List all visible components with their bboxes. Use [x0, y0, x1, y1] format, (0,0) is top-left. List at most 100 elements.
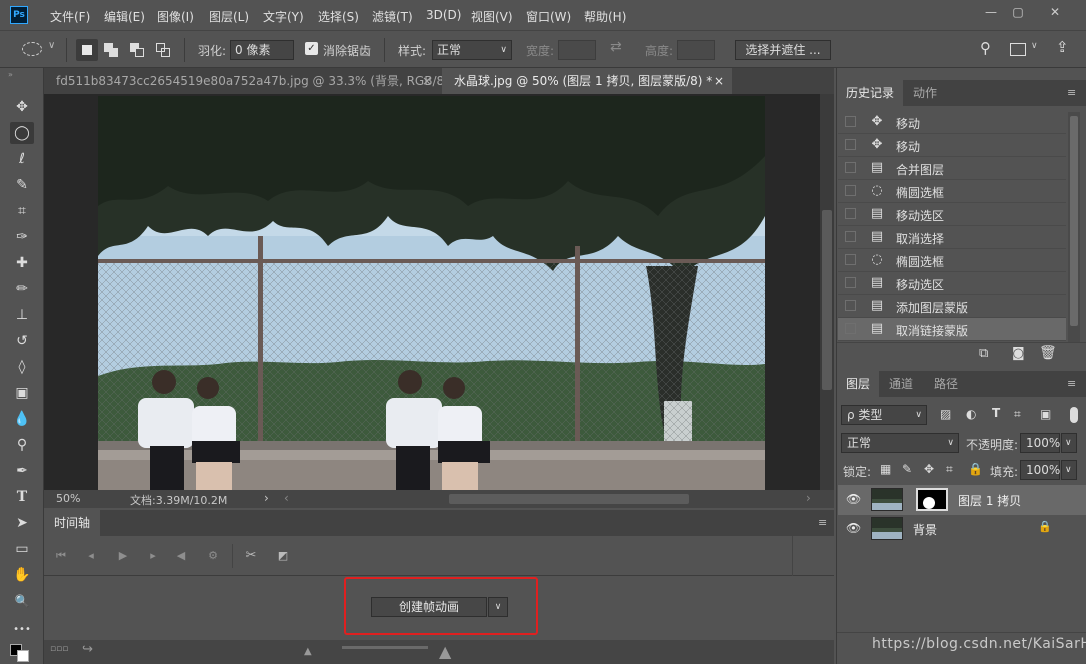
visibility-eye-icon[interactable]: 👁	[846, 492, 861, 506]
history-item[interactable]: ▤ 移动选区	[838, 203, 1066, 226]
restore-icon[interactable]: ▢	[1003, 4, 1033, 20]
menu-view[interactable]: 视图(V)	[471, 8, 513, 25]
lasso-tool[interactable]: ℓ	[10, 148, 34, 170]
new-document-from-state-icon[interactable]: ⧉	[979, 346, 988, 361]
timeline-zoom-slider[interactable]	[342, 646, 428, 649]
chevron-down-icon[interactable]: ∨	[1031, 41, 1038, 51]
chevron-down-icon[interactable]: ∨	[48, 40, 55, 51]
history-scrollbar-thumb[interactable]	[1070, 116, 1078, 326]
swap-dimensions-icon[interactable]: ⇄	[610, 39, 622, 55]
lock-artboard-icon[interactable]: ⌗	[946, 462, 953, 477]
tab-timeline[interactable]: 时间轴	[44, 510, 100, 536]
layer-name[interactable]: 图层 1 拷贝	[958, 492, 1021, 509]
history-item[interactable]: ▤ 合并图层	[838, 157, 1066, 180]
history-snapshot-checkbox[interactable]	[845, 139, 856, 150]
search-icon[interactable]: ⚲	[980, 39, 991, 57]
opacity-input[interactable]: 100%	[1020, 433, 1060, 453]
first-frame-icon[interactable]: ⏮	[52, 548, 70, 564]
scissors-icon[interactable]: ✂	[242, 548, 260, 564]
tab-document-2[interactable]: 水晶球.jpg @ 50% (图层 1 拷贝, 图层蒙版/8) * ×	[442, 68, 732, 94]
path-select-tool[interactable]: ➤	[10, 512, 34, 534]
menu-help[interactable]: 帮助(H)	[584, 8, 626, 25]
history-snapshot-checkbox[interactable]	[845, 208, 856, 219]
tab-channels[interactable]: 通道	[880, 371, 922, 397]
eyedropper-tool[interactable]: ✑	[10, 226, 34, 248]
history-item[interactable]: ◌ 椭圆选框	[838, 249, 1066, 272]
lock-pixels-icon[interactable]: ✎	[902, 462, 912, 476]
fill-dropdown[interactable]: ∨	[1061, 460, 1077, 480]
filter-type-icon[interactable]: T	[992, 406, 1000, 420]
layer-name[interactable]: 背景	[913, 521, 937, 538]
zoom-tool[interactable]: 🔍	[10, 590, 34, 612]
workspace-icon[interactable]	[1010, 43, 1026, 56]
menu-image[interactable]: 图像(I)	[157, 8, 194, 25]
document-image[interactable]	[98, 96, 765, 490]
history-item[interactable]: ✥ 移动	[838, 134, 1066, 157]
collapse-icon[interactable]: »	[8, 70, 13, 79]
subtract-selection-icon[interactable]	[130, 43, 144, 57]
next-frame-icon[interactable]: ▸	[144, 548, 162, 564]
brush-tool[interactable]: ✏	[10, 278, 34, 300]
move-tool[interactable]: ✥	[10, 96, 34, 118]
select-and-mask-button[interactable]: 选择并遮住 ...	[735, 40, 831, 60]
clone-stamp-tool[interactable]: ⊥	[10, 304, 34, 326]
zoom-in-icon[interactable]: ▲	[439, 642, 451, 661]
history-snapshot-checkbox[interactable]	[845, 277, 856, 288]
menu-edit[interactable]: 编辑(E)	[104, 8, 145, 25]
ellipse-marquee-preset-icon[interactable]	[22, 42, 42, 56]
menu-file[interactable]: 文件(F)	[50, 8, 90, 25]
audio-icon[interactable]: ◀	[172, 548, 190, 564]
history-item[interactable]: ▤ 移动选区	[838, 272, 1066, 295]
play-icon[interactable]: ▶	[114, 548, 132, 564]
scroll-left-icon[interactable]: ‹	[284, 491, 289, 505]
minimize-icon[interactable]: —	[976, 4, 1006, 20]
history-snapshot-checkbox[interactable]	[845, 116, 856, 127]
menu-filter[interactable]: 滤镜(T)	[372, 8, 413, 25]
style-select[interactable]: 正常 ∨	[432, 40, 512, 60]
filter-shape-icon[interactable]: ⌗	[1014, 407, 1021, 422]
panel-menu-icon[interactable]: ≡	[1067, 86, 1076, 99]
menu-layer[interactable]: 图层(L)	[209, 8, 249, 25]
lock-all-icon[interactable]: 🔒	[968, 462, 983, 476]
hand-tool[interactable]: ✋	[10, 564, 34, 586]
layer-row-copy[interactable]: 👁 图层 1 拷贝	[838, 485, 1086, 515]
type-tool[interactable]: T	[10, 486, 34, 508]
close-icon[interactable]: ✕	[1040, 4, 1070, 20]
blur-tool[interactable]: 💧	[10, 408, 34, 430]
blend-mode-select[interactable]: 正常 ∨	[841, 433, 959, 453]
menu-type[interactable]: 文字(Y)	[263, 8, 304, 25]
history-item[interactable]: ▤ 添加图层蒙版	[838, 295, 1066, 318]
close-icon[interactable]: ×	[714, 68, 724, 94]
transition-icon[interactable]: ◩	[274, 548, 292, 564]
more-tools[interactable]: •••	[10, 618, 34, 640]
create-animation-dropdown[interactable]: ∨	[488, 597, 508, 617]
history-snapshot-checkbox[interactable]	[845, 300, 856, 311]
healing-brush-tool[interactable]: ✚	[10, 252, 34, 274]
pen-tool[interactable]: ✒	[10, 460, 34, 482]
convert-icon[interactable]: ↪	[82, 642, 93, 657]
layer-mask-thumbnail[interactable]	[916, 488, 948, 511]
panel-menu-icon[interactable]: ≡	[818, 516, 827, 529]
history-item[interactable]: ▤ 取消链接蒙版	[838, 318, 1066, 341]
menu-3d[interactable]: 3D(D)	[426, 8, 461, 22]
close-icon[interactable]: ×	[422, 68, 432, 94]
tab-document-1[interactable]: fd511b83473cc2654519e80a752a47b.jpg @ 33…	[44, 68, 459, 94]
menu-window[interactable]: 窗口(W)	[526, 8, 571, 25]
gradient-tool[interactable]: ▣	[10, 382, 34, 404]
ellipse-marquee-tool[interactable]: ◯	[10, 122, 34, 144]
trash-icon[interactable]: 🗑	[1039, 345, 1057, 361]
visibility-eye-icon[interactable]: 👁	[846, 521, 861, 535]
history-item[interactable]: ▤ 取消选择	[838, 226, 1066, 249]
opacity-dropdown[interactable]: ∨	[1061, 433, 1077, 453]
menu-select[interactable]: 选择(S)	[318, 8, 359, 25]
filter-toggle[interactable]	[1070, 407, 1078, 423]
camera-icon[interactable]: ◙	[1012, 346, 1025, 361]
background-color-swatch[interactable]	[17, 650, 29, 662]
add-selection-icon[interactable]	[104, 43, 118, 57]
lock-position-icon[interactable]: ✥	[924, 462, 934, 476]
layer-row-background[interactable]: 👁 背景 🔒	[838, 514, 1086, 544]
history-snapshot-checkbox[interactable]	[845, 254, 856, 265]
create-frame-animation-button[interactable]: 创建帧动画	[371, 597, 487, 617]
filter-pixel-icon[interactable]: ▨	[940, 407, 951, 421]
photoshop-logo-icon[interactable]: Ps	[10, 6, 28, 24]
